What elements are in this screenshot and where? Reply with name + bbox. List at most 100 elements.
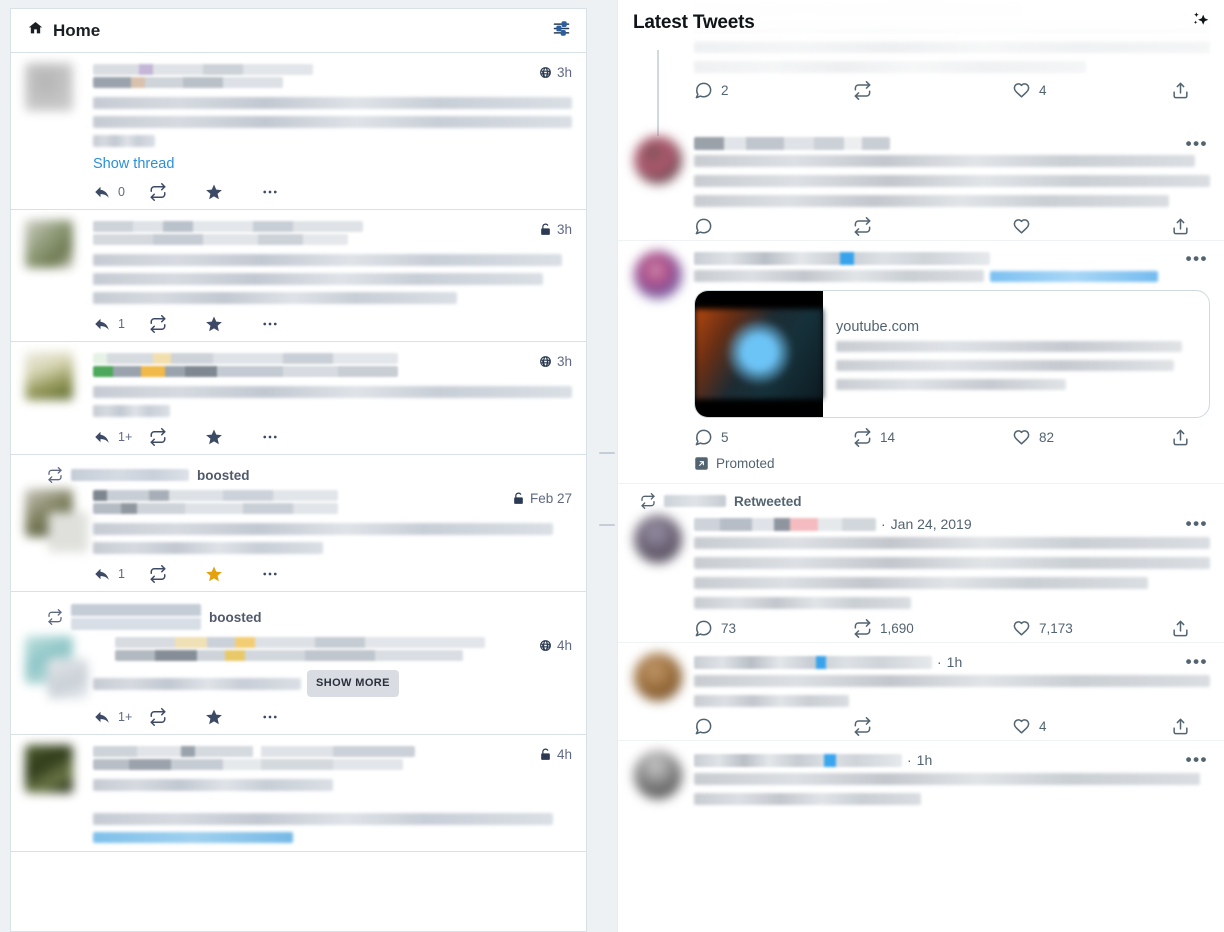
- home-icon: [27, 20, 44, 41]
- tweet-main: · 1h •••: [694, 751, 1210, 813]
- avatar[interactable]: [634, 751, 682, 799]
- avatar[interactable]: [25, 63, 73, 111]
- more-button[interactable]: [261, 183, 317, 201]
- tweet-link[interactable]: [990, 270, 1158, 282]
- tweet-text: [694, 21, 1210, 73]
- more-horizontal-icon[interactable]: •••: [1184, 751, 1210, 768]
- reply-button[interactable]: 2: [694, 81, 853, 100]
- favourite-button[interactable]: [205, 428, 261, 446]
- tweet-item[interactable]: · 1h •••: [618, 643, 1224, 741]
- avatar-column: [634, 515, 682, 638]
- sparkle-icon[interactable]: [1188, 9, 1212, 38]
- boost-button[interactable]: [149, 708, 205, 726]
- more-horizontal-icon[interactable]: •••: [1184, 135, 1210, 152]
- status-link[interactable]: [93, 832, 293, 843]
- show-thread-link[interactable]: Show thread: [93, 156, 572, 172]
- more-horizontal-icon[interactable]: •••: [1184, 250, 1210, 267]
- status-item[interactable]: 4h: [11, 735, 586, 852]
- retweet-button[interactable]: [853, 717, 1012, 736]
- tweet-main: ••• youtube.com 5 14 82 Promoted: [694, 250, 1210, 475]
- retweeted-label: Retweeted: [734, 493, 802, 509]
- more-button[interactable]: [261, 565, 317, 583]
- tweet-actions: [694, 217, 1210, 236]
- status-item[interactable]: 3h Show thread 0: [11, 53, 586, 210]
- tweet-topline: · 1h •••: [694, 751, 1210, 768]
- tweet-text: [694, 675, 1210, 707]
- favourite-button[interactable]: [205, 708, 261, 726]
- status-main: 3h Show thread 0: [93, 63, 572, 201]
- avatar[interactable]: [634, 136, 682, 184]
- avatar-wrap: [25, 636, 88, 726]
- retweet-button[interactable]: 14: [853, 428, 1012, 447]
- share-button[interactable]: [1171, 619, 1190, 638]
- status-body: 3h 1+: [25, 352, 572, 446]
- like-button[interactable]: 82: [1012, 428, 1171, 447]
- retweet-attribution: Retweeted: [618, 484, 1224, 509]
- favourite-button[interactable]: [205, 315, 261, 333]
- account-name-redacted: [93, 220, 531, 247]
- more-button[interactable]: [261, 708, 317, 726]
- like-count: 4: [1039, 719, 1047, 734]
- sliders-icon[interactable]: [551, 18, 572, 44]
- status-item[interactable]: 3h 1: [11, 210, 586, 342]
- more-button[interactable]: [261, 428, 317, 446]
- avatar-column: [634, 251, 682, 475]
- like-button[interactable]: 4: [1012, 717, 1171, 736]
- avatar[interactable]: [634, 653, 682, 701]
- thread-connector: [657, 50, 659, 136]
- share-button[interactable]: [1171, 717, 1190, 736]
- more-button[interactable]: [261, 315, 317, 333]
- reply-button[interactable]: 73: [694, 619, 853, 638]
- share-button[interactable]: [1171, 217, 1190, 236]
- reply-button[interactable]: 1+: [93, 428, 149, 446]
- status-item[interactable]: boosted: [11, 455, 586, 592]
- status-meta: 3h: [539, 63, 572, 80]
- share-button[interactable]: [1171, 81, 1190, 100]
- reply-button[interactable]: 5: [694, 428, 853, 447]
- more-horizontal-icon[interactable]: •••: [1184, 653, 1210, 670]
- retweet-button[interactable]: 1,690: [853, 619, 1012, 638]
- retweet-button[interactable]: [853, 81, 1012, 100]
- status-main: 4h: [93, 745, 572, 843]
- app-root: Home 3h Show thread 0 3h 1 3h 1+ boosted…: [0, 0, 1224, 932]
- booster-avatar[interactable]: [48, 512, 88, 552]
- tweet-item[interactable]: · Jan 24, 2019 ••• 73 1,690 7,173: [618, 509, 1224, 643]
- share-button[interactable]: [1171, 428, 1190, 447]
- reply-button[interactable]: [694, 217, 853, 236]
- reply-button[interactable]: 1+: [93, 708, 149, 726]
- boost-button[interactable]: [149, 183, 205, 201]
- boost-button[interactable]: [149, 565, 205, 583]
- avatar[interactable]: [25, 352, 73, 400]
- status-item[interactable]: boosted: [11, 592, 586, 735]
- avatar[interactable]: [25, 220, 73, 268]
- tweet-item[interactable]: ••• youtube.com 5 14 82 Promoted: [618, 241, 1224, 484]
- like-button[interactable]: [1012, 217, 1171, 236]
- reply-button[interactable]: 1: [93, 565, 149, 583]
- avatar-column: [634, 50, 682, 236]
- tweet-text: [694, 537, 1210, 609]
- like-button[interactable]: 4: [1012, 81, 1171, 100]
- avatar[interactable]: [25, 745, 73, 793]
- more-horizontal-icon[interactable]: •••: [1184, 515, 1210, 532]
- retweet-button[interactable]: [853, 217, 1012, 236]
- show-more-button[interactable]: SHOW MORE: [307, 670, 399, 697]
- avatar[interactable]: [634, 515, 682, 563]
- link-preview-card[interactable]: youtube.com: [694, 290, 1210, 418]
- boost-button[interactable]: [149, 315, 205, 333]
- like-count: 4: [1039, 83, 1047, 98]
- booster-avatar[interactable]: [48, 659, 88, 699]
- status-time: 3h: [556, 222, 572, 237]
- tweet-item[interactable]: 2 4: [618, 0, 1224, 128]
- boost-button[interactable]: [149, 428, 205, 446]
- reply-button[interactable]: [694, 717, 853, 736]
- reply-button[interactable]: 0: [93, 183, 149, 201]
- tweet-item[interactable]: •••: [618, 50, 1224, 241]
- status-meta: 3h: [539, 352, 572, 369]
- avatar[interactable]: [634, 251, 682, 299]
- favourite-button[interactable]: [205, 183, 261, 201]
- reply-button[interactable]: 1: [93, 315, 149, 333]
- favourite-button-active[interactable]: [205, 565, 261, 583]
- status-item[interactable]: 3h 1+: [11, 342, 586, 455]
- like-button[interactable]: 7,173: [1012, 619, 1171, 638]
- tweet-item[interactable]: · 1h •••: [618, 741, 1224, 817]
